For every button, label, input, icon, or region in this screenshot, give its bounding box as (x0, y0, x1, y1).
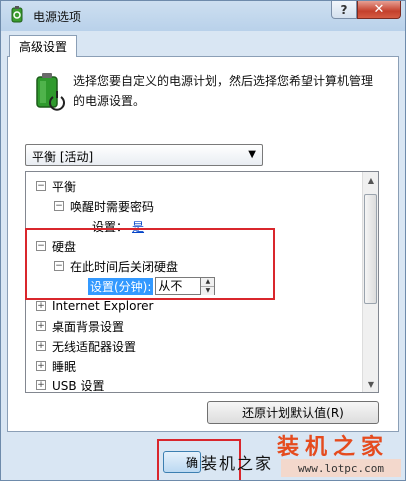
expand-icon[interactable]: + (36, 341, 46, 351)
watermark-overlay-text: 装机之家 (201, 454, 274, 473)
tree-item-usb-settings[interactable]: + USB 设置 (36, 375, 105, 393)
tree-item-label: 桌面背景设置 (52, 319, 125, 334)
expand-icon[interactable]: + (36, 361, 46, 371)
tree-item-label: 睡眠 (52, 359, 77, 374)
window-title: 电源选项 (33, 10, 82, 24)
tree-item-label: Internet Explorer (52, 299, 154, 313)
tab-advanced-settings[interactable]: 高级设置 (9, 35, 77, 57)
tree-item-label: USB 设置 (52, 378, 105, 393)
tree-item-desktop-background[interactable]: + 桌面背景设置 (36, 316, 124, 336)
collapse-icon[interactable]: − (54, 201, 64, 211)
scroll-thumb[interactable] (364, 194, 377, 304)
tree-item-sleep[interactable]: + 睡眠 (36, 356, 76, 376)
battery-power-icon (36, 73, 65, 111)
expand-icon[interactable]: + (36, 321, 46, 331)
tree-item-wireless-adapter[interactable]: + 无线适配器设置 (36, 336, 136, 356)
power-plan-selected: 平衡 [活动] (32, 150, 94, 164)
tree-item-wake-password[interactable]: − 唤醒时需要密码 (54, 196, 154, 216)
highlight-box-hard-disk (25, 228, 275, 300)
scroll-down-icon[interactable]: ▼ (363, 376, 378, 392)
tree-item-balanced[interactable]: − 平衡 (36, 176, 76, 196)
title-bar[interactable]: 电源选项 ? ✕ (1, 1, 405, 31)
tree-item-label: 唤醒时需要密码 (70, 199, 155, 214)
restore-defaults-button[interactable]: 还原计划默认值(R) (207, 401, 379, 424)
watermark-brand: 装机之家 (277, 435, 390, 460)
power-plan-dropdown[interactable]: 平衡 [活动] ▼ (25, 144, 263, 166)
watermark-url: www.lotpc.com (281, 459, 401, 477)
chevron-down-icon: ▼ (248, 149, 256, 160)
expand-icon[interactable]: + (36, 301, 46, 311)
tree-item-label: 无线适配器设置 (52, 339, 137, 354)
close-button[interactable]: ✕ (357, 1, 401, 19)
help-button[interactable]: ? (331, 1, 357, 19)
description-text: 选择您要自定义的电源计划，然后选择您希望计算机管理的电源设置。 (73, 74, 374, 108)
tree-item-label: 平衡 (52, 179, 77, 194)
tree-scrollbar[interactable]: ▲ ▼ (362, 172, 378, 392)
scroll-up-icon[interactable]: ▲ (363, 172, 378, 188)
power-options-icon (11, 6, 23, 23)
collapse-icon[interactable]: − (36, 181, 46, 191)
expand-icon[interactable]: + (36, 380, 46, 390)
power-options-window: 电源选项 ? ✕ 高级设置 选择您要自定义的电源计划，然后选择您希望计算机管理的… (0, 0, 406, 481)
